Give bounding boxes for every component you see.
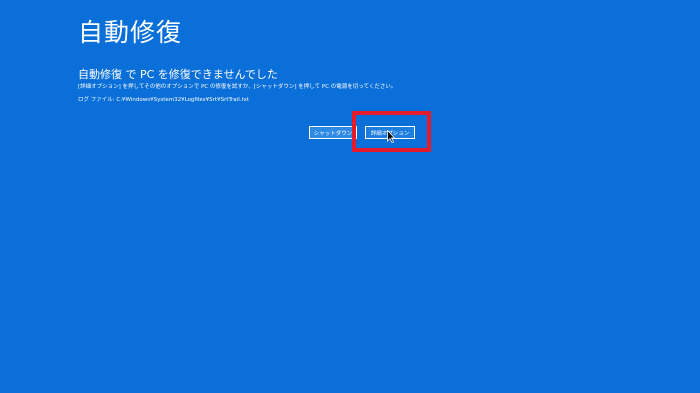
shutdown-button[interactable]: シャットダウン — [309, 126, 357, 139]
mouse-pointer-icon — [387, 130, 395, 143]
repair-instructions: [詳細オプション] を押してその他のオプションで PC の修復を試すか、[シャッ… — [78, 84, 397, 90]
repair-failed-heading: 自動修復 で PC を修復できませんでした — [78, 68, 278, 81]
log-file-path: ログ ファイル: C:¥Windows¥System32¥Logfiles¥Sr… — [78, 97, 250, 103]
automatic-repair-screen: 自動修復 自動修復 で PC を修復できませんでした [詳細オプション] を押し… — [0, 0, 700, 393]
page-title: 自動修復 — [78, 18, 183, 47]
